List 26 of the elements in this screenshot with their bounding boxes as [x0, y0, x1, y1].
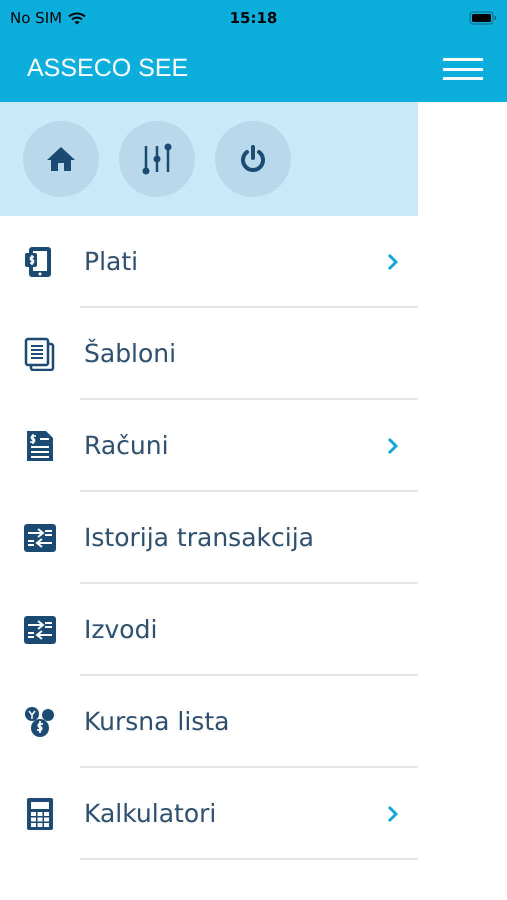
menu-item-label: Kursna lista [84, 706, 230, 738]
menu-item[interactable]: Šabloni [0, 308, 418, 400]
menu-item-label: Šabloni [84, 338, 178, 370]
carrier-text: No SIM [10, 8, 62, 29]
sliders-icon [140, 142, 174, 176]
menu-item-label: Plati [84, 246, 140, 278]
transfer-arrows-icon [22, 521, 56, 555]
menu-item-label: Izvodi [84, 614, 158, 646]
battery-icon [469, 11, 497, 25]
menu-item[interactable]: Kalkulatori [0, 768, 418, 860]
menu-item[interactable]: Kursna lista [0, 676, 418, 768]
menu-item[interactable]: Računi [0, 400, 418, 492]
power-icon [238, 144, 268, 174]
clock-text: 15:18 [230, 8, 278, 29]
app-title: ASSECO SEE [27, 53, 188, 84]
menu-item[interactable]: Plati [0, 216, 418, 308]
menu-item-label: Računi [84, 430, 170, 462]
transfer-arrows-icon [22, 613, 56, 647]
menu-item[interactable]: Istorija transakcija [0, 492, 418, 584]
coins-icon [22, 705, 56, 739]
menu-item-label: Istorija transakcija [84, 522, 315, 554]
documents-icon [22, 337, 56, 371]
wifi-icon [68, 12, 86, 24]
menu-item[interactable]: Izvodi [0, 584, 418, 676]
menu-button[interactable] [443, 55, 483, 83]
menu-item-label: Kalkulatori [84, 798, 218, 830]
